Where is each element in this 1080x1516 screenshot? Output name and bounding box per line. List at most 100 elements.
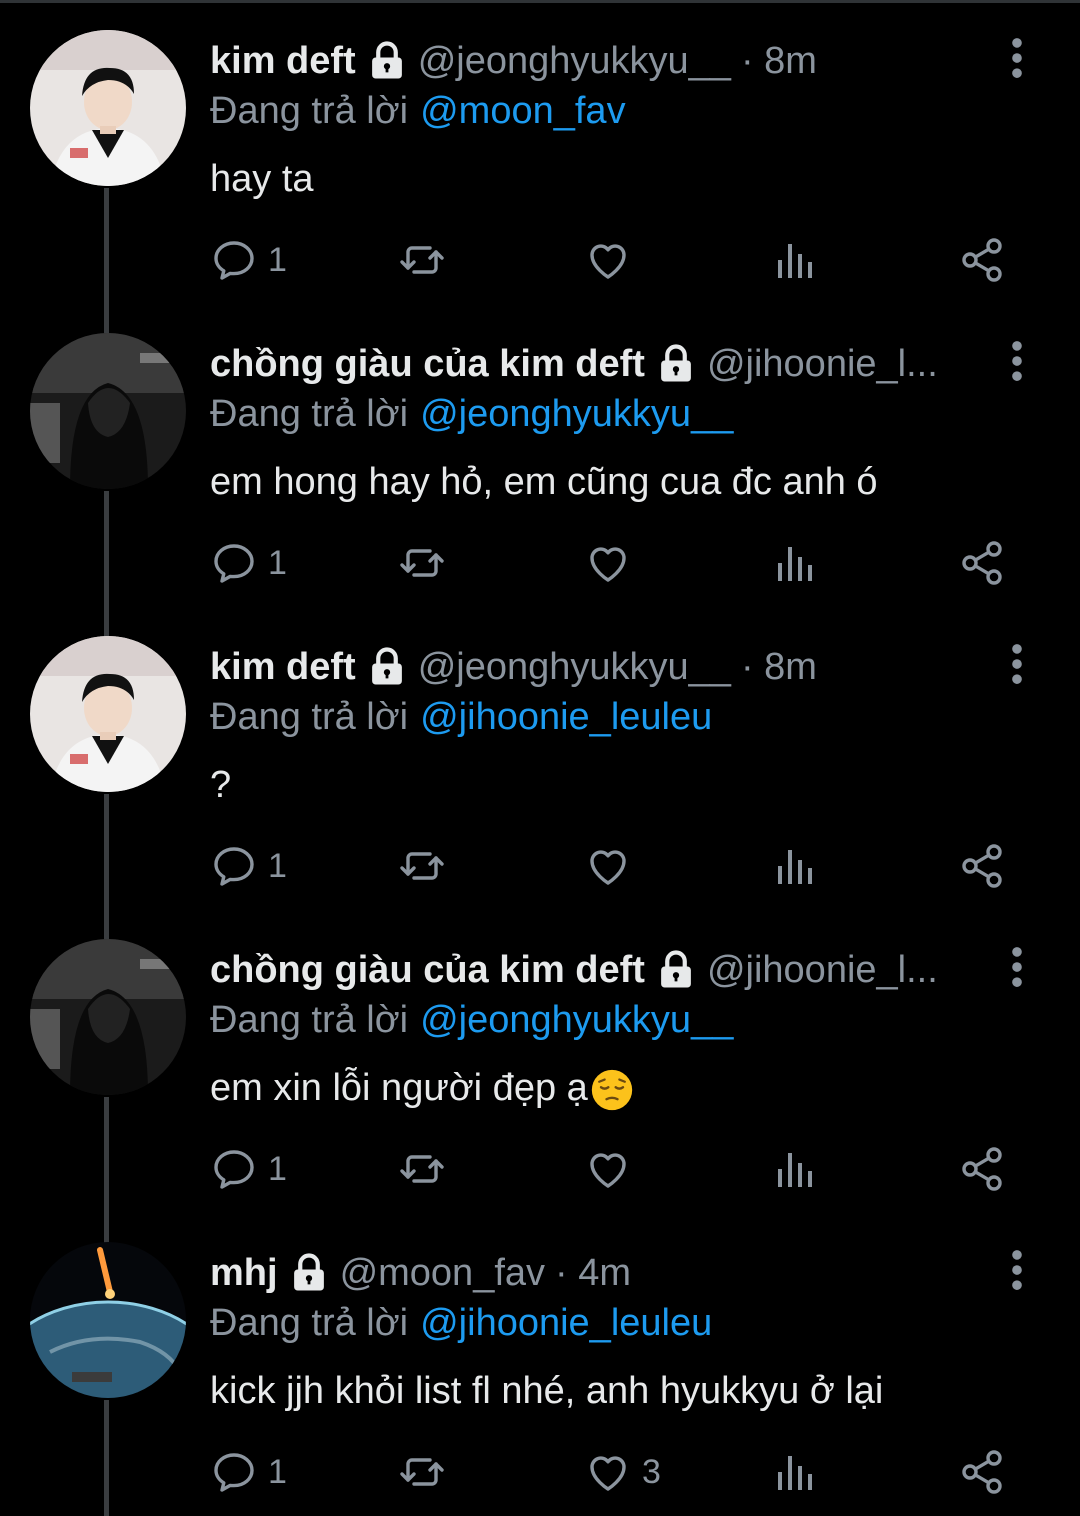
tweet[interactable]: chồng giàu của kim deft @jihoonie_l... Đ… — [0, 909, 1080, 1212]
views-button[interactable] — [770, 836, 818, 896]
action-bar: 1 — [210, 230, 1030, 290]
reply-mention[interactable]: @jihoonie_leuleu — [420, 1302, 712, 1345]
timestamp: · 8m — [740, 39, 817, 82]
views-icon — [770, 842, 818, 890]
retweet-button[interactable] — [398, 1442, 446, 1502]
views-button[interactable] — [770, 1139, 818, 1199]
reply-count: 1 — [268, 240, 287, 279]
reply-button[interactable]: 1 — [210, 836, 287, 896]
display-name[interactable]: kim deft — [210, 40, 356, 83]
handle[interactable]: @moon_fav — [340, 1252, 545, 1295]
tweet-text: kick jjh khỏi list fl nhé, anh hyukkyu ở… — [210, 1370, 884, 1412]
like-icon — [584, 1145, 632, 1193]
more-icon[interactable] — [1000, 339, 1034, 383]
share-button[interactable] — [958, 533, 1006, 593]
tweet-text: hay ta — [210, 158, 314, 200]
more-icon[interactable] — [1000, 642, 1034, 686]
lock-icon — [366, 40, 408, 82]
avatar[interactable] — [30, 636, 186, 792]
retweet-button[interactable] — [398, 533, 446, 593]
reply-button[interactable]: 1 — [210, 1139, 287, 1199]
reply-prefix: Đang trả lời — [210, 392, 409, 435]
handle[interactable]: @jeonghyukkyu__ — [418, 40, 731, 83]
timestamp: · 8m — [740, 645, 817, 688]
reply-icon — [210, 236, 258, 284]
lock-icon — [655, 343, 697, 385]
like-button[interactable] — [584, 230, 642, 290]
reply-icon — [210, 842, 258, 890]
retweet-icon — [398, 1145, 446, 1193]
action-bar: 1 — [210, 533, 1030, 593]
views-icon — [770, 539, 818, 587]
more-icon[interactable] — [1000, 945, 1034, 989]
reply-mention[interactable]: @moon_fav — [420, 90, 625, 133]
like-button[interactable]: 3 — [584, 1442, 661, 1502]
share-icon — [958, 1145, 1006, 1193]
like-button[interactable] — [584, 1139, 642, 1199]
action-bar: 1 — [210, 836, 1030, 896]
retweet-button[interactable] — [398, 230, 446, 290]
like-button[interactable] — [584, 836, 642, 896]
handle[interactable]: @jihoonie_l... — [707, 343, 938, 386]
views-button[interactable] — [770, 230, 818, 290]
reply-button[interactable]: 1 — [210, 533, 287, 593]
reply-count: 1 — [268, 543, 287, 582]
display-name[interactable]: chồng giàu của kim deft — [210, 343, 645, 386]
reply-mention[interactable]: @jeonghyukkyu__ — [420, 393, 733, 436]
tweet[interactable]: kim deft @jeonghyukkyu__ · 8m Đang trả l… — [0, 606, 1080, 909]
tweet-text-content: em xin lỗi người đẹp ạ — [210, 1067, 588, 1109]
share-button[interactable] — [958, 230, 1006, 290]
reply-mention[interactable]: @jeonghyukkyu__ — [420, 999, 733, 1042]
tweet[interactable]: chồng giàu của kim deft @jihoonie_l... Đ… — [0, 303, 1080, 606]
timestamp: · 4m — [555, 1251, 632, 1294]
reply-mention[interactable]: @jihoonie_leuleu — [420, 696, 712, 739]
retweet-icon — [398, 1448, 446, 1496]
reply-count: 1 — [268, 846, 287, 885]
avatar[interactable] — [30, 1242, 186, 1398]
action-bar: 1 3 — [210, 1442, 1030, 1502]
share-icon — [958, 1448, 1006, 1496]
like-button[interactable] — [584, 533, 642, 593]
retweet-button[interactable] — [398, 836, 446, 896]
tweet-text: em xin lỗi người đẹp ạ — [210, 1063, 1000, 1113]
reply-icon — [210, 1448, 258, 1496]
reply-prefix: Đang trả lời — [210, 1301, 409, 1344]
reply-icon — [210, 539, 258, 587]
handle[interactable]: @jeonghyukkyu__ — [418, 646, 731, 689]
more-icon[interactable] — [1000, 36, 1034, 80]
like-count: 3 — [642, 1452, 661, 1491]
handle[interactable]: @jihoonie_l... — [707, 949, 938, 992]
reply-prefix: Đang trả lời — [210, 998, 409, 1041]
reply-button[interactable]: 1 — [210, 230, 287, 290]
lock-icon — [366, 646, 408, 688]
avatar[interactable] — [30, 939, 186, 1095]
share-icon — [958, 842, 1006, 890]
views-icon — [770, 236, 818, 284]
retweet-button[interactable] — [398, 1139, 446, 1199]
views-icon — [770, 1145, 818, 1193]
retweet-icon — [398, 842, 446, 890]
like-icon — [584, 539, 632, 587]
tweet[interactable]: mhj @moon_fav · 4m Đang trả lời @jihooni… — [0, 1212, 1080, 1515]
like-icon — [584, 842, 632, 890]
share-button[interactable] — [958, 1139, 1006, 1199]
reply-count: 1 — [268, 1452, 287, 1491]
display-name[interactable]: kim deft — [210, 646, 356, 689]
display-name[interactable]: mhj — [210, 1252, 278, 1295]
avatar[interactable] — [30, 333, 186, 489]
tweet-text: ? — [210, 764, 232, 806]
share-button[interactable] — [958, 1442, 1006, 1502]
tweet-text: em hong hay hỏ, em cũng cua đc anh ó — [210, 461, 878, 503]
reply-icon — [210, 1145, 258, 1193]
reply-button[interactable]: 1 — [210, 1442, 287, 1502]
avatar[interactable] — [30, 30, 186, 186]
like-icon — [584, 1448, 632, 1496]
tweet[interactable]: kim deft @jeonghyukkyu__ · 8m Đang trả l… — [0, 0, 1080, 303]
more-icon[interactable] — [1000, 1248, 1034, 1292]
pensive-face-icon — [590, 1068, 634, 1112]
views-button[interactable] — [770, 1442, 818, 1502]
views-button[interactable] — [770, 533, 818, 593]
reply-prefix: Đang trả lời — [210, 695, 409, 738]
display-name[interactable]: chồng giàu của kim deft — [210, 949, 645, 992]
share-button[interactable] — [958, 836, 1006, 896]
